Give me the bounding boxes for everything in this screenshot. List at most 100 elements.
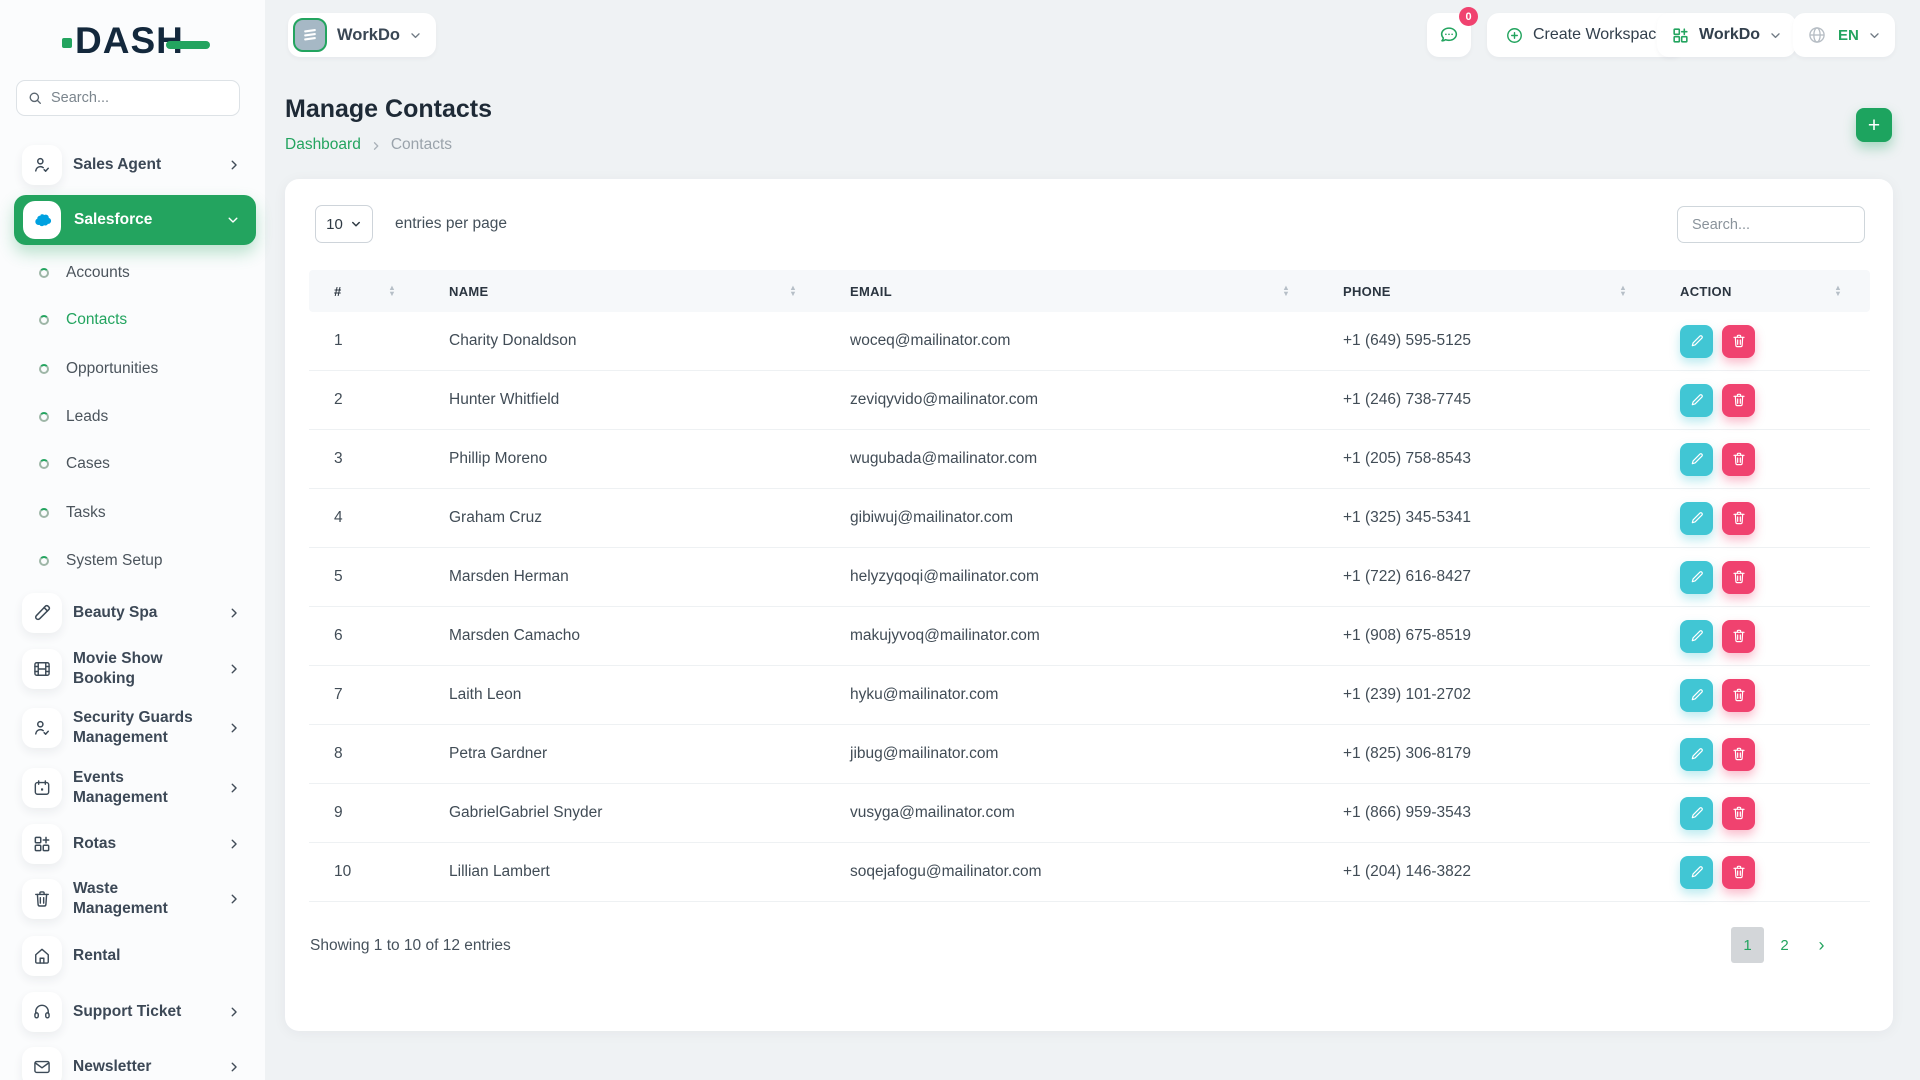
contact-name-cell: Phillip Moreno	[424, 450, 825, 468]
bullet-icon	[39, 268, 49, 278]
contact-phone-cell: +1 (239) 101-2702	[1318, 686, 1655, 704]
pencil-icon	[1689, 805, 1705, 821]
sidebar-item-cases[interactable]: Cases	[0, 446, 265, 482]
sort-icon: ▲▼	[388, 285, 396, 298]
edit-button[interactable]	[1680, 384, 1713, 417]
contacts-card: 10 entries per page # ▲▼ NAME ▲▼ EMAIL ▲…	[285, 179, 1893, 1031]
column-header-email[interactable]: EMAIL ▲▼	[825, 270, 1318, 312]
mail-icon	[22, 1047, 62, 1080]
chevron-right-icon	[227, 1005, 241, 1019]
edit-button[interactable]	[1680, 738, 1713, 771]
row-actions	[1655, 502, 1870, 535]
row-number-cell: 6	[309, 627, 424, 645]
edit-button[interactable]	[1680, 620, 1713, 653]
sidebar-item-accounts[interactable]: Accounts	[0, 255, 265, 291]
sidebar-item-waste-management[interactable]: Waste Management	[0, 878, 265, 920]
sidebar-item-events-management[interactable]: Events Management	[0, 767, 265, 809]
delete-button[interactable]	[1722, 797, 1755, 830]
delete-button[interactable]	[1722, 384, 1755, 417]
sidebar-item-sales-agent[interactable]: Sales Agent	[0, 144, 265, 186]
row-actions	[1655, 561, 1870, 594]
chevron-down-icon	[1868, 29, 1881, 42]
contact-phone-cell: +1 (722) 616-8427	[1318, 568, 1655, 586]
column-header-phone[interactable]: PHONE ▲▼	[1318, 270, 1655, 312]
pagination-next-icon[interactable]: ›	[1805, 927, 1838, 963]
contact-email-cell: soqejafogu@mailinator.com	[825, 863, 1318, 881]
row-number-cell: 2	[309, 391, 424, 409]
sidebar-item-rotas[interactable]: Rotas	[0, 823, 265, 865]
sidebar-item-opportunities[interactable]: Opportunities	[0, 351, 265, 387]
sidebar-item-leads[interactable]: Leads	[0, 399, 265, 435]
create-workspace-label: Create Workspace	[1533, 26, 1665, 44]
breadcrumb-dashboard-link[interactable]: Dashboard	[285, 136, 361, 154]
edit-button[interactable]	[1680, 797, 1713, 830]
column-label: EMAIL	[850, 284, 892, 299]
column-header-name[interactable]: NAME ▲▼	[424, 270, 825, 312]
create-workspace-button[interactable]: Create Workspace	[1487, 13, 1683, 57]
delete-button[interactable]	[1722, 856, 1755, 889]
chevron-right-icon	[370, 140, 382, 152]
sidebar-item-tasks[interactable]: Tasks	[0, 495, 265, 531]
delete-button[interactable]	[1722, 679, 1755, 712]
delete-button[interactable]	[1722, 443, 1755, 476]
column-label: NAME	[449, 284, 488, 299]
sidebar-item-contacts[interactable]: Contacts	[0, 302, 265, 338]
table-search-input[interactable]	[1677, 206, 1865, 243]
trash-icon	[1731, 746, 1747, 762]
table-row: 7 Laith Leon hyku@mailinator.com +1 (239…	[309, 666, 1870, 725]
edit-button[interactable]	[1680, 443, 1713, 476]
pagination-page-1[interactable]: 1	[1731, 927, 1764, 963]
messages-button[interactable]: 0	[1427, 13, 1471, 57]
pencil-icon	[1689, 510, 1705, 526]
sidebar-item-newsletter[interactable]: Newsletter	[0, 1046, 265, 1080]
sort-icon: ▲▼	[1619, 285, 1627, 298]
row-number-cell: 1	[309, 332, 424, 350]
sidebar-item-movie-show-booking[interactable]: Movie Show Booking	[0, 648, 265, 690]
contact-phone-cell: +1 (908) 675-8519	[1318, 627, 1655, 645]
chevron-right-icon	[227, 892, 241, 906]
table-row: 10 Lillian Lambert soqejafogu@mailinator…	[309, 843, 1870, 902]
sidebar-item-security-guards-management[interactable]: Security Guards Management	[0, 700, 265, 756]
table-row: 8 Petra Gardner jibug@mailinator.com +1 …	[309, 725, 1870, 784]
pagination-page-2[interactable]: 2	[1768, 927, 1801, 963]
brand-logo: DASH	[62, 20, 184, 62]
sidebar-item-support-ticket[interactable]: Support Ticket	[0, 991, 265, 1033]
add-contact-button[interactable]: +	[1856, 108, 1892, 142]
delete-button[interactable]	[1722, 561, 1755, 594]
sidebar-search-input[interactable]	[51, 90, 229, 106]
sidebar-item-system-setup[interactable]: System Setup	[0, 543, 265, 579]
entries-per-page-select[interactable]: 10	[315, 205, 373, 243]
edit-button[interactable]	[1680, 502, 1713, 535]
table-row: 5 Marsden Herman helyzyqoqi@mailinator.c…	[309, 548, 1870, 607]
contact-phone-cell: +1 (246) 738-7745	[1318, 391, 1655, 409]
language-selector[interactable]: EN	[1793, 13, 1895, 57]
trash-icon	[1731, 687, 1747, 703]
chevron-right-icon	[227, 721, 241, 735]
breadcrumb-current: Contacts	[391, 136, 452, 154]
sidebar-item-rental[interactable]: Rental	[0, 935, 265, 977]
edit-button[interactable]	[1680, 561, 1713, 594]
sidebar-item-salesforce[interactable]: Salesforce	[14, 195, 256, 245]
apps-menu-button[interactable]: WorkDo	[1657, 13, 1796, 57]
user-check-icon	[22, 145, 62, 185]
workspace-switcher-button[interactable]: WorkDo	[288, 13, 436, 57]
sub-item-label: Contacts	[66, 311, 127, 329]
delete-button[interactable]	[1722, 620, 1755, 653]
edit-button[interactable]	[1680, 856, 1713, 889]
sub-item-label: Cases	[66, 455, 110, 473]
edit-button[interactable]	[1680, 679, 1713, 712]
sidebar-item-beauty-spa[interactable]: Beauty Spa	[0, 592, 265, 634]
column-header-number[interactable]: # ▲▼	[309, 270, 424, 312]
contact-email-cell: jibug@mailinator.com	[825, 745, 1318, 763]
row-actions	[1655, 797, 1870, 830]
app-root: DASH Sales Agent Salesforce Account	[0, 0, 1920, 1080]
sub-item-label: Opportunities	[66, 360, 158, 378]
workspace-name: WorkDo	[337, 26, 400, 45]
edit-button[interactable]	[1680, 325, 1713, 358]
delete-button[interactable]	[1722, 738, 1755, 771]
column-header-action[interactable]: ACTION ▲▼	[1655, 270, 1870, 312]
delete-button[interactable]	[1722, 502, 1755, 535]
trash-icon	[1731, 569, 1747, 585]
delete-button[interactable]	[1722, 325, 1755, 358]
contact-email-cell: makujyvoq@mailinator.com	[825, 627, 1318, 645]
